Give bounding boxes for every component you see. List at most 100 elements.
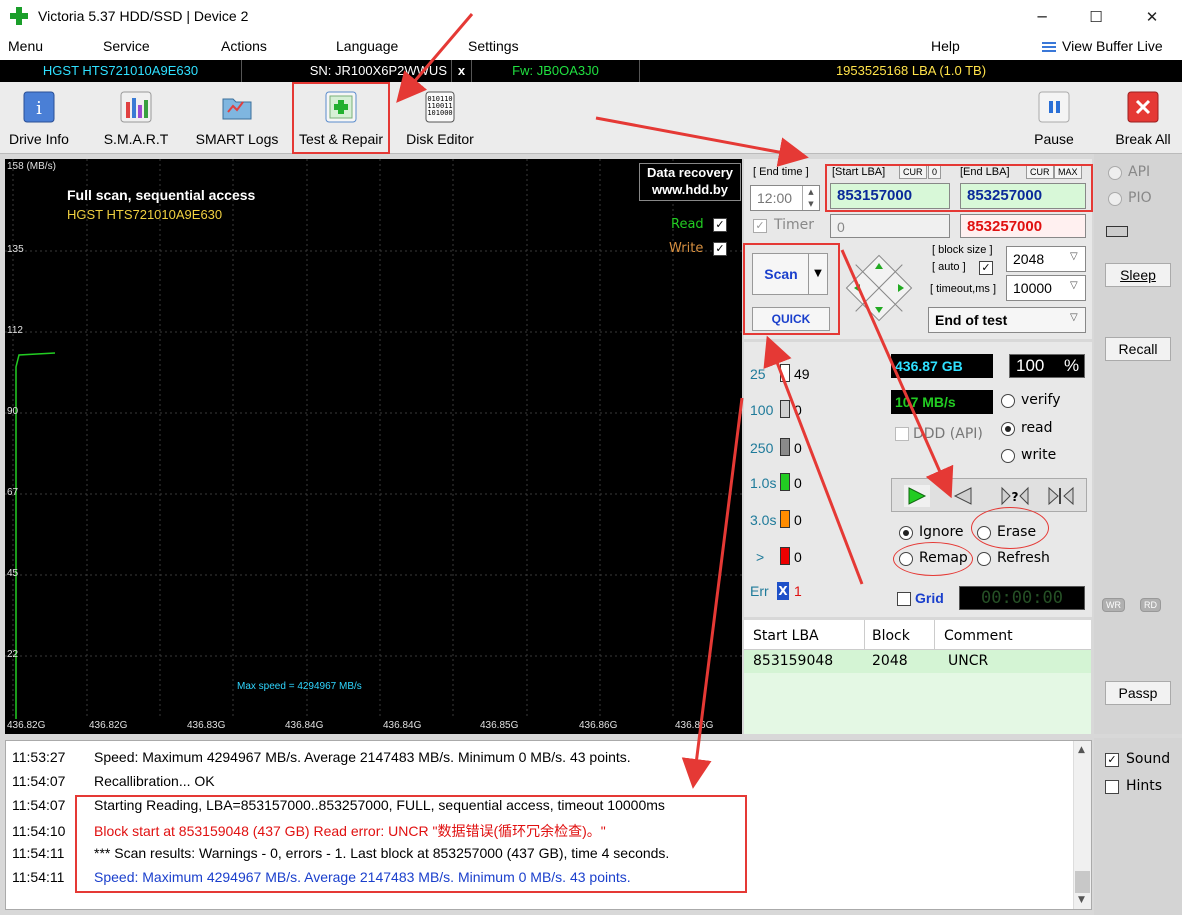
write-checkbox[interactable]: ✓ bbox=[713, 242, 727, 256]
end-lba-input[interactable]: 853257000 bbox=[960, 183, 1086, 209]
close-button[interactable]: ✕ bbox=[1140, 6, 1164, 28]
end-lba-label: [End LBA] bbox=[960, 166, 1010, 178]
seek-butterfly-icon[interactable] bbox=[1046, 485, 1076, 507]
maximize-button[interactable]: ☐ bbox=[1084, 6, 1108, 28]
minimize-button[interactable]: ─ bbox=[1030, 6, 1054, 28]
menu-item-settings[interactable]: Settings bbox=[468, 38, 519, 54]
device-lba: 1953525168 LBA (1.0 TB) bbox=[835, 63, 987, 78]
smart-button[interactable]: S.M.A.R.T bbox=[100, 86, 172, 148]
end-of-test-select[interactable]: End of test bbox=[928, 307, 1086, 333]
recall-button[interactable]: Recall bbox=[1105, 337, 1171, 361]
menu-item-help[interactable]: Help bbox=[931, 38, 960, 54]
auto-checkbox[interactable]: ✓ bbox=[979, 261, 993, 275]
end-lba-cur-button[interactable]: CUR bbox=[1026, 165, 1054, 179]
write-label: write bbox=[1021, 447, 1057, 463]
api-label: API bbox=[1128, 164, 1151, 180]
end-time-label: [ End time ] bbox=[753, 166, 809, 178]
timeout-label: [ timeout,ms ] bbox=[930, 283, 997, 295]
sound-checkbox[interactable]: ✓ bbox=[1105, 753, 1119, 767]
menu-item-menu[interactable]: Menu bbox=[8, 38, 43, 54]
scroll-up-icon[interactable]: ▲ bbox=[1078, 745, 1085, 755]
end-lba-max-button[interactable]: MAX bbox=[1054, 165, 1082, 179]
table-row[interactable]: 853159048 2048 UNCR bbox=[744, 650, 1091, 673]
pause-button[interactable]: Pause bbox=[1028, 86, 1080, 148]
play-forward-icon[interactable] bbox=[904, 485, 930, 507]
menu-item-actions[interactable]: Actions bbox=[221, 38, 267, 54]
log-entry: 11:54:07 Starting Reading, LBA=853157000.… bbox=[12, 797, 665, 813]
column-header-start-lba[interactable]: Start LBA bbox=[753, 628, 819, 644]
passp-button[interactable]: Passp bbox=[1105, 681, 1171, 705]
scrollbar-thumb[interactable] bbox=[1075, 871, 1090, 893]
x-tick: 436.85G bbox=[480, 720, 519, 731]
log-scrollbar[interactable]: ▲ ▼ bbox=[1073, 741, 1091, 909]
menu-item-service[interactable]: Service bbox=[103, 38, 150, 54]
info-icon: i bbox=[23, 91, 55, 123]
scroll-down-icon[interactable]: ▼ bbox=[1078, 895, 1085, 905]
verify-radio[interactable] bbox=[1001, 394, 1015, 408]
write-radio[interactable] bbox=[1001, 449, 1015, 463]
scan-control-panel: [ End time ] 12:00 ▲ ▼ ✓ Timer [Start LBA… bbox=[744, 159, 1092, 339]
disk-editor-button[interactable]: 010110 110011 101000 Disk Editor bbox=[402, 86, 478, 148]
pio-radio[interactable] bbox=[1108, 192, 1122, 206]
device-model[interactable]: HGST HTS721010A9E630 bbox=[0, 60, 242, 82]
write-legend: Write bbox=[669, 241, 704, 256]
ddd-api-checkbox[interactable] bbox=[895, 427, 909, 441]
error-label: Err bbox=[750, 583, 769, 599]
log-entry: 11:53:27 Speed: Maximum 4294967 MB/s. Ave… bbox=[12, 749, 631, 765]
quick-button[interactable]: QUICK bbox=[752, 307, 830, 331]
api-radio[interactable] bbox=[1108, 166, 1122, 180]
chevron-down-icon: ▽ bbox=[1070, 280, 1078, 291]
read-checkbox[interactable]: ✓ bbox=[713, 218, 727, 232]
timer-label: Timer bbox=[774, 217, 815, 233]
log-entry: 11:54:11 *** Scan results: Warnings - 0, … bbox=[12, 845, 670, 861]
x-tick: 436.82G bbox=[7, 720, 46, 731]
scan-button[interactable]: Scan bbox=[752, 253, 810, 295]
timer-checkbox[interactable]: ✓ bbox=[753, 219, 767, 233]
play-backward-icon[interactable] bbox=[950, 485, 976, 507]
erase-radio[interactable] bbox=[977, 526, 991, 540]
grid-checkbox[interactable] bbox=[897, 592, 911, 606]
view-buffer-live[interactable]: View Buffer Live bbox=[1062, 38, 1163, 54]
column-header-block[interactable]: Block bbox=[872, 628, 910, 644]
device-close-button[interactable]: x bbox=[452, 60, 472, 82]
direction-pad[interactable] bbox=[840, 249, 918, 327]
y-tick: 45 bbox=[7, 568, 19, 579]
start-lba-zero-button[interactable]: 0 bbox=[928, 165, 942, 179]
refresh-label: Refresh bbox=[997, 550, 1050, 566]
event-log[interactable]: 11:53:27 Speed: Maximum 4294967 MB/s. Ave… bbox=[5, 740, 1092, 910]
latency-bar bbox=[780, 547, 790, 565]
latency-bar bbox=[780, 510, 790, 528]
table-cell: 853159048 bbox=[753, 653, 834, 669]
folder-icon bbox=[222, 98, 252, 120]
rd-indicator: RD bbox=[1140, 598, 1161, 612]
device-serial: SN: JR100X6P2WWUS bbox=[242, 60, 452, 82]
column-header-comment[interactable]: Comment bbox=[944, 628, 1013, 644]
test-repair-button[interactable]: Test & Repair bbox=[294, 86, 388, 148]
grid-label: Grid bbox=[915, 590, 944, 606]
remap-radio[interactable] bbox=[899, 552, 913, 566]
start-lba-input[interactable]: 853157000 bbox=[830, 183, 950, 209]
graph-grid bbox=[5, 159, 742, 719]
end-time-spinner[interactable]: ▲ ▼ bbox=[802, 186, 819, 210]
break-all-button[interactable]: Break All bbox=[1112, 86, 1174, 148]
hdd-by-watermark[interactable]: Data recovery www.hdd.by bbox=[639, 163, 741, 201]
scan-dropdown-icon[interactable]: ▼ bbox=[808, 253, 828, 295]
ignore-radio[interactable] bbox=[899, 526, 913, 540]
table-header: Start LBA Block Comment bbox=[744, 620, 1091, 650]
chevron-down-icon: ▽ bbox=[1070, 312, 1078, 323]
refresh-radio[interactable] bbox=[977, 552, 991, 566]
sleep-button[interactable]: Sleep bbox=[1105, 263, 1171, 287]
hints-checkbox[interactable] bbox=[1105, 780, 1119, 794]
menu-item-language[interactable]: Language bbox=[336, 38, 398, 54]
read-radio[interactable] bbox=[1001, 422, 1015, 436]
start-lba-cur-button[interactable]: CUR bbox=[899, 165, 927, 179]
buffer-list-icon bbox=[1042, 42, 1056, 52]
smart-logs-button[interactable]: SMART Logs bbox=[194, 86, 280, 148]
seek-random-icon[interactable]: ? bbox=[1000, 485, 1030, 507]
end-lba-current: 853257000 bbox=[960, 214, 1086, 238]
smart-chart-icon bbox=[120, 91, 152, 123]
test-repair-icon bbox=[325, 91, 357, 123]
side-panel: API PIO Sleep Recall WR RD Passp bbox=[1094, 154, 1182, 734]
drive-info-button[interactable]: i Drive Info bbox=[4, 86, 74, 148]
timer-value-input[interactable]: 0 bbox=[830, 214, 950, 238]
